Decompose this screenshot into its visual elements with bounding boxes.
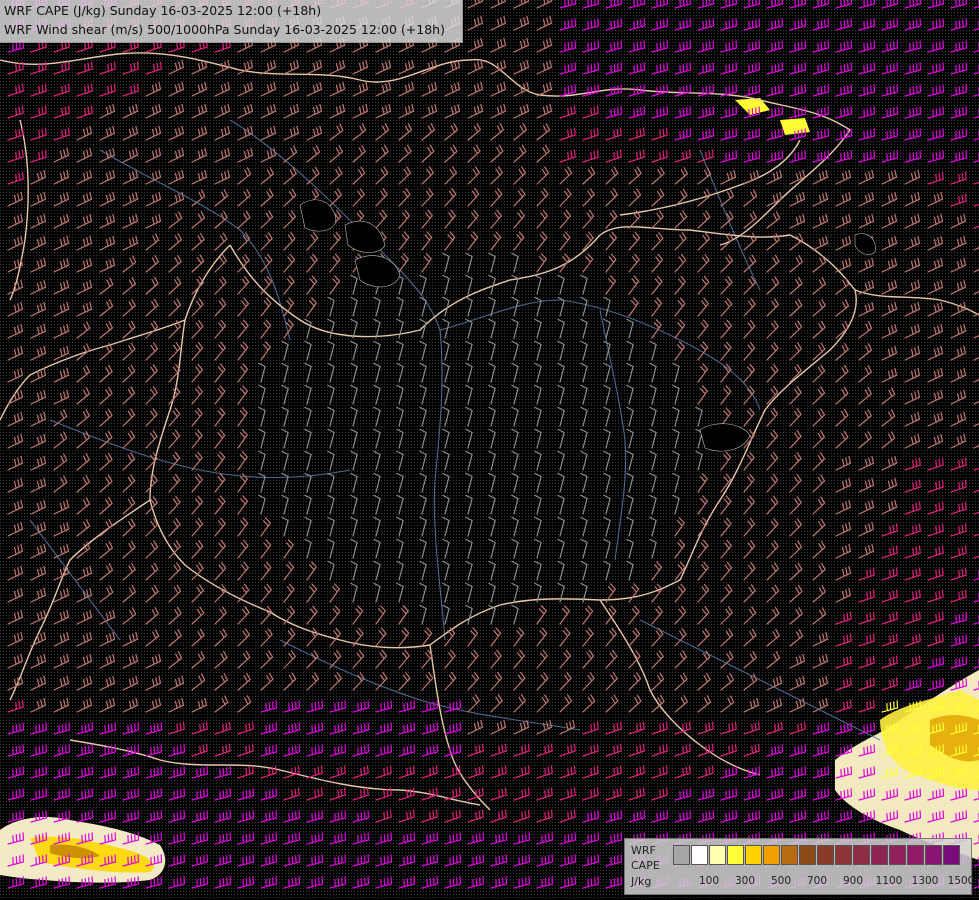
map-background xyxy=(0,0,979,900)
legend-swatch xyxy=(799,845,816,865)
legend-swatch xyxy=(727,845,744,865)
legend-label-unit: J/kg xyxy=(631,875,652,888)
legend-swatch xyxy=(943,845,960,865)
legend-label-wrf: WRF xyxy=(631,844,656,857)
legend-swatch xyxy=(907,845,924,865)
legend-swatch xyxy=(763,845,780,865)
legend-swatch xyxy=(889,845,906,865)
legend-swatch xyxy=(709,845,726,865)
title-wind-shear: WRF Wind shear (m/s) 500/1000hPa Sunday … xyxy=(4,22,445,37)
legend-swatch xyxy=(781,845,798,865)
legend-swatch xyxy=(853,845,870,865)
legend-swatch xyxy=(817,845,834,865)
legend-swatch xyxy=(925,845,942,865)
legend-tick-label: 700 xyxy=(806,875,828,887)
legend-tick-label: 1500 xyxy=(947,875,975,887)
cape-legend: WRF CAPE J/kg 100 300 500 700 900 1100 1300 150… xyxy=(624,838,975,895)
legend-swatch xyxy=(745,845,762,865)
legend-tick-label: 500 xyxy=(770,875,792,887)
legend-swatch xyxy=(673,845,690,865)
title-box: WRF CAPE (J/kg) Sunday 16-03-2025 12:00 … xyxy=(0,0,463,43)
legend-tick-label: 1300 xyxy=(911,875,939,887)
legend-tick-label: 100 xyxy=(698,875,720,887)
legend-tick-label: 1100 xyxy=(875,875,903,887)
legend-label-cape: CAPE xyxy=(631,859,660,872)
legend-swatch xyxy=(691,845,708,865)
title-cape: WRF CAPE (J/kg) Sunday 16-03-2025 12:00 … xyxy=(4,3,322,18)
wind-shear-map xyxy=(0,0,979,900)
legend-tick-label: 900 xyxy=(842,875,864,887)
legend-swatch xyxy=(835,845,852,865)
legend-tick-label: 300 xyxy=(734,875,756,887)
legend-swatch xyxy=(871,845,888,865)
